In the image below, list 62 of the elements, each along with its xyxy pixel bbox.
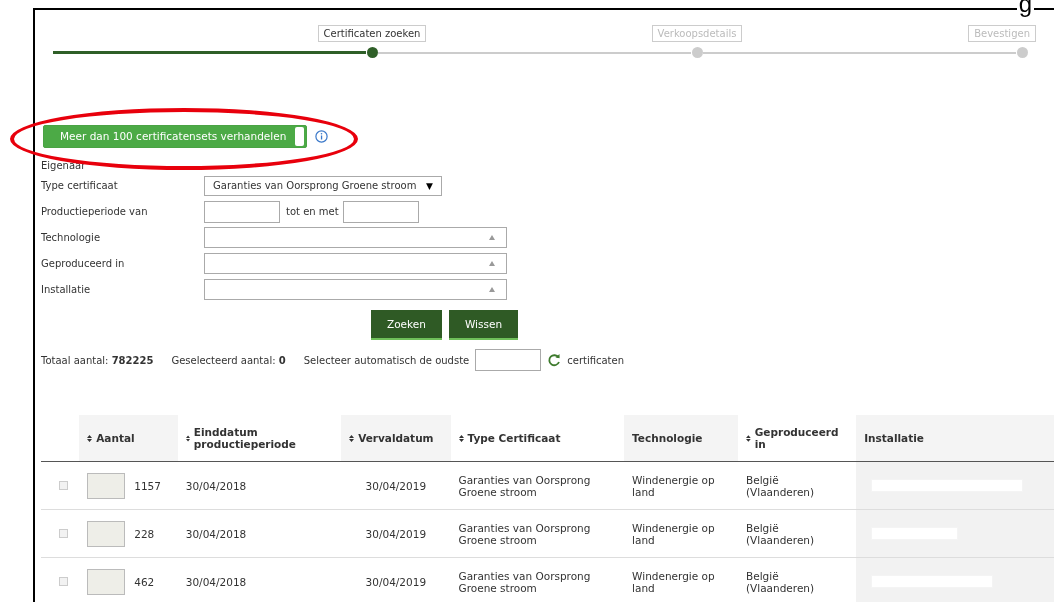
owner-label: Eigenaar <box>41 160 87 171</box>
refresh-icon[interactable] <box>547 353 562 367</box>
dropdown-field[interactable] <box>204 227 507 248</box>
field-label: tot en met <box>286 206 339 217</box>
sort-icon[interactable] <box>458 434 464 442</box>
column-header[interactable]: Aantal <box>79 415 178 462</box>
sort-icon[interactable] <box>349 434 355 442</box>
step-dot <box>1016 47 1028 58</box>
dropdown-field[interactable] <box>204 279 507 300</box>
column-header[interactable]: Vervaldatum <box>341 415 451 462</box>
step-dot <box>691 47 703 58</box>
table-cell: 1157 <box>134 479 161 492</box>
auto-select-suffix: certificaten <box>567 354 625 366</box>
table-cell: Garanties van Oorsprong Groene stroom <box>458 473 591 498</box>
field-label: Productieperiode van <box>41 206 149 217</box>
auto-select-field[interactable] <box>475 349 542 371</box>
period-from-field[interactable] <box>204 200 280 223</box>
column-header[interactable]: Technologie <box>624 415 738 462</box>
row-checkbox[interactable] <box>59 481 68 490</box>
row-checkbox[interactable] <box>59 577 68 586</box>
sort-icon[interactable] <box>745 434 751 442</box>
table-cell: Garanties van Oorsprong Groene stroom <box>458 569 591 594</box>
period-to-field[interactable] <box>342 200 419 223</box>
table-cell: 228 <box>134 527 155 540</box>
table-cell: Windenergie op land <box>632 569 715 594</box>
quantity-field[interactable] <box>87 472 126 499</box>
sort-icon[interactable] <box>185 434 190 442</box>
field-label: Technologie <box>41 232 102 243</box>
field-label: Type certificaat <box>41 180 119 191</box>
table-cell: 30/04/2019 <box>365 527 427 540</box>
action-button[interactable]: Wissen <box>448 310 519 340</box>
dropdown-field[interactable] <box>204 253 507 274</box>
table-cell: Windenergie op land <box>632 473 715 498</box>
field-label: Geproduceerd in <box>41 258 126 269</box>
total-count: Totaal aantal: 782225 <box>41 354 154 366</box>
table-cell: 30/04/2018 <box>185 527 247 540</box>
step-label[interactable]: Certificaten zoeken <box>317 25 427 42</box>
table-cell: België (Vlaanderen) <box>745 569 815 594</box>
triangle-icon <box>489 287 495 292</box>
row-checkbox[interactable] <box>59 529 68 538</box>
action-button[interactable]: Zoeken <box>371 310 442 340</box>
info-icon[interactable] <box>315 129 329 143</box>
table-cell: 462 <box>134 575 155 588</box>
sort-icon[interactable] <box>87 434 93 442</box>
table-cell: Windenergie op land <box>632 521 715 546</box>
table-cell: België (Vlaanderen) <box>745 521 815 546</box>
table-cell: 30/04/2018 <box>185 479 247 492</box>
field-label: Installatie <box>41 284 92 295</box>
table-cell: Garanties van Oorsprong Groene stroom <box>458 521 591 546</box>
table-cell: 30/04/2019 <box>365 479 427 492</box>
triangle-icon <box>489 235 495 240</box>
triangle-icon <box>489 261 495 266</box>
table-cell: 30/04/2018 <box>185 575 247 588</box>
selected-count: Geselecteerd aantal: 0 <box>171 354 286 366</box>
step-dot <box>366 47 378 58</box>
quantity-field[interactable] <box>87 520 126 547</box>
certificate-type-select[interactable]: Garanties van Oorsprong Groene stroom ▼ <box>204 175 442 196</box>
quantity-field[interactable] <box>87 568 126 595</box>
auto-select-label: Selecteer automatisch de oudste <box>303 354 470 366</box>
column-header[interactable]: Installatie <box>856 415 1054 462</box>
table-cell: 30/04/2019 <box>365 575 427 588</box>
table-cell: België (Vlaanderen) <box>745 473 815 498</box>
